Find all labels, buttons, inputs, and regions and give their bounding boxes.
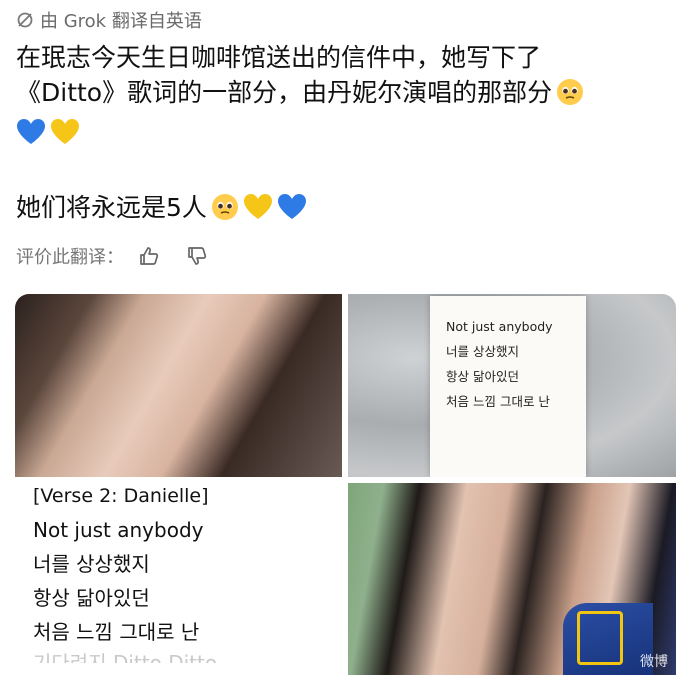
lyrics-section-header: [Verse 2: Danielle] — [33, 485, 209, 507]
rate-translation-label: 评价此翻译： — [16, 247, 124, 268]
thumbs-down-icon[interactable] — [186, 245, 208, 267]
blue-heart-emoji — [277, 193, 307, 230]
post-line-text: 《Ditto》歌词的一部分，由丹妮尔演唱的那部分 — [16, 78, 553, 107]
selfie-photo-1[interactable] — [15, 294, 342, 477]
pleading-face-emoji — [556, 78, 584, 115]
translate-slash-icon — [16, 11, 34, 29]
translation-attribution[interactable]: 由 Grok 翻译自英语 — [16, 8, 202, 32]
jersey-number — [577, 611, 623, 665]
lyrics-screenshot[interactable]: [Verse 2: Danielle] Not just anybody 너를 … — [15, 483, 342, 675]
lyric-line: 처음 느낌 그대로 난 — [33, 620, 200, 644]
post-line-closing: 她们将永远是5人 — [16, 190, 676, 230]
rate-translation-row: 评价此翻译： — [16, 242, 208, 270]
yellow-heart-emoji — [50, 118, 80, 155]
letter-line: 처음 느낌 그대로 난 — [446, 394, 550, 409]
post-hearts-line — [16, 115, 676, 155]
letter-line: 항상 닮아있던 — [446, 369, 519, 384]
lyric-line-cutoff: 기다려지 Ditto Ditto — [33, 651, 218, 663]
yellow-heart-emoji — [243, 193, 273, 230]
pleading-face-emoji — [211, 193, 239, 230]
handwritten-letter: Not just anybody 너를 상상했지 항상 닮아있던 처음 느낌 그… — [430, 296, 586, 477]
post-line: 在珉志今天生日咖啡馆送出的信件中，她写下了 — [16, 43, 542, 72]
lyric-line: 너를 상상했지 — [33, 552, 150, 576]
letter-photo[interactable]: Not just anybody 너를 상상했지 항상 닮아있던 처음 느낌 그… — [348, 294, 676, 477]
post-line-with-emoji: 《Ditto》歌词的一部分，由丹妮尔演唱的那部分 — [16, 75, 676, 115]
letter-line: 너를 상상했지 — [446, 344, 519, 359]
post-line-text: 她们将永远是5人 — [16, 193, 207, 222]
lyric-line: Not just anybody — [33, 518, 204, 542]
letter-line: Not just anybody — [446, 319, 553, 334]
translated-by-label: 由 Grok 翻译自英语 — [40, 11, 202, 32]
media-grid: Not just anybody 너를 상상했지 항상 닮아있던 처음 느낌 그… — [15, 294, 676, 678]
selfie-photo-2[interactable]: 微博 — [348, 483, 676, 675]
blue-heart-emoji — [16, 118, 46, 155]
watermark: 微博 — [640, 654, 668, 670]
lyric-line: 항상 닮아있던 — [33, 586, 150, 610]
thumbs-up-icon[interactable] — [138, 245, 160, 267]
post-body: 在珉志今天生日咖啡馆送出的信件中，她写下了 《Ditto》歌词的一部分，由丹妮尔… — [16, 40, 676, 230]
